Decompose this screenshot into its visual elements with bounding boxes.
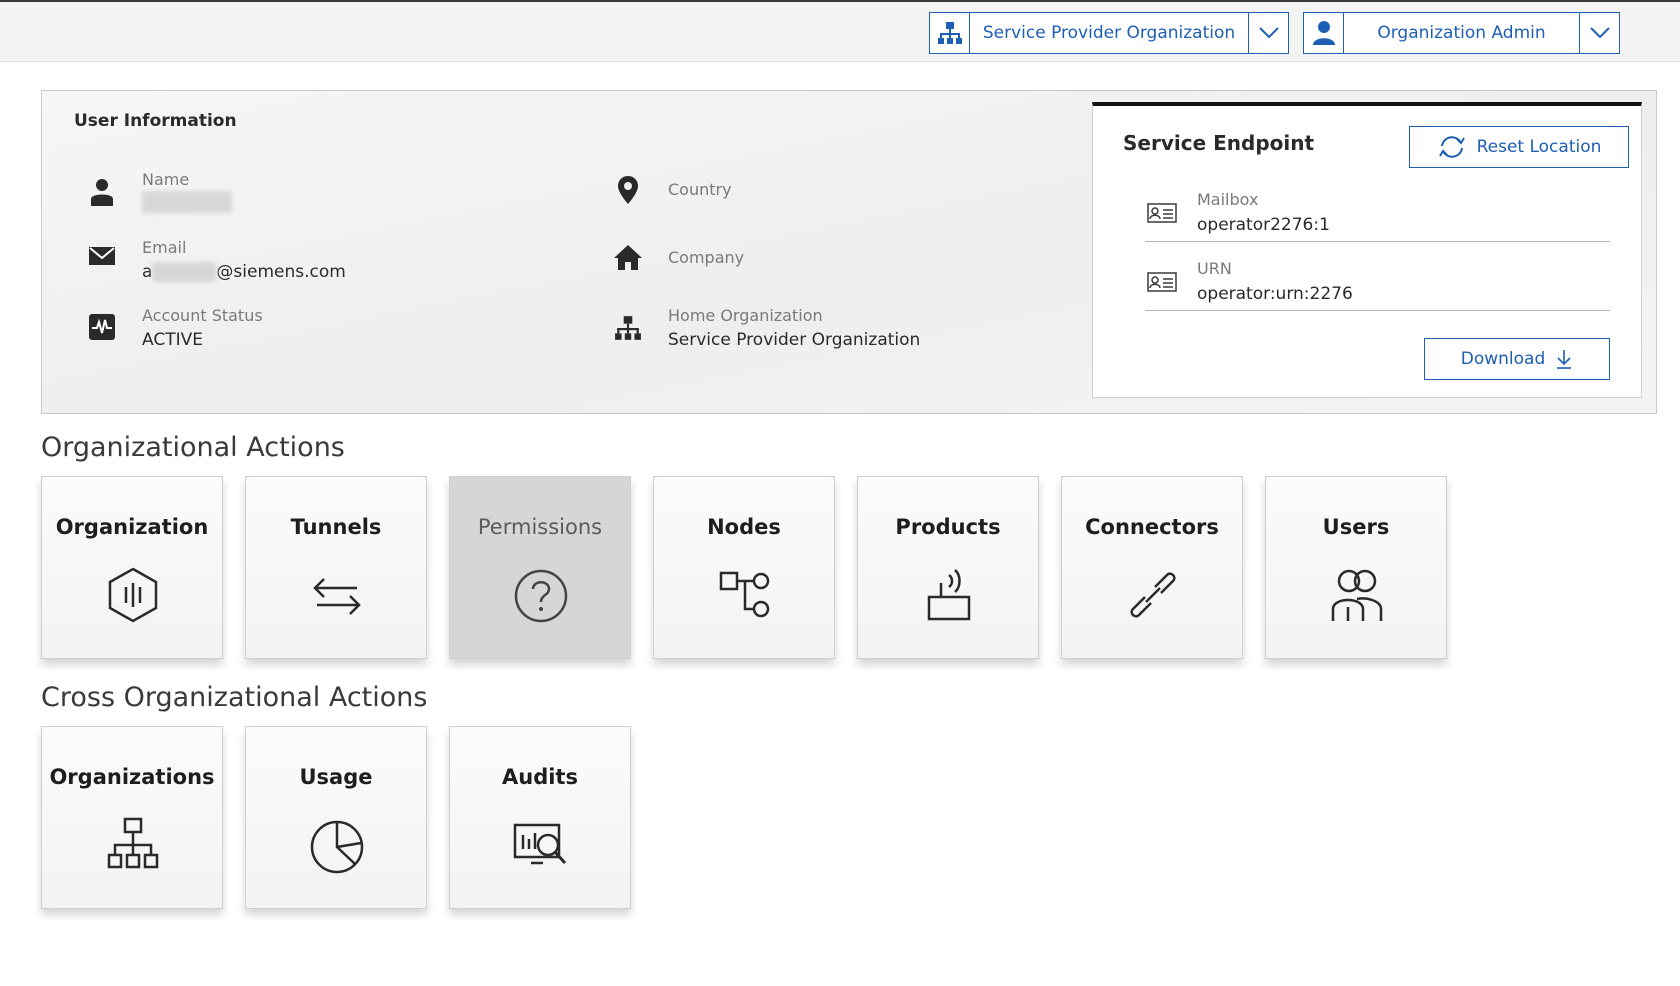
org-hierarchy-icon bbox=[608, 305, 648, 343]
tile-connectors-label: Connectors bbox=[1085, 515, 1219, 539]
urn-label: URN bbox=[1197, 258, 1232, 278]
tile-audits[interactable]: Audits bbox=[449, 726, 631, 909]
role-selector-label: Organization Admin bbox=[1377, 23, 1546, 43]
reset-location-button[interactable]: Reset Location bbox=[1409, 126, 1629, 168]
tile-usage[interactable]: Usage bbox=[245, 726, 427, 909]
urn-row: URN operator:urn:2276 bbox=[1145, 253, 1610, 311]
tile-connectors[interactable]: Connectors bbox=[1061, 476, 1243, 659]
name-label: Name bbox=[142, 170, 190, 189]
tile-nodes[interactable]: Nodes bbox=[653, 476, 835, 659]
user-information-panel: User Information Name Email a @siemens.co… bbox=[41, 90, 1657, 414]
device-antenna-icon bbox=[927, 569, 971, 621]
home-organization-field: Home Organization Service Provider Organ… bbox=[608, 305, 920, 353]
account-status-field: Account Status ACTIVE bbox=[82, 305, 263, 353]
tile-organizations-label: Organizations bbox=[49, 765, 215, 789]
role-selector[interactable]: Organization Admin bbox=[1303, 12, 1620, 54]
email-label: Email bbox=[142, 238, 187, 257]
mailbox-row: Mailbox operator2276:1 bbox=[1145, 184, 1610, 242]
cross-organizational-actions-heading: Cross Organizational Actions bbox=[41, 682, 428, 713]
org-hierarchy-icon bbox=[107, 817, 159, 869]
tile-users[interactable]: Users bbox=[1265, 476, 1447, 659]
mailbox-label: Mailbox bbox=[1197, 189, 1259, 209]
tile-users-label: Users bbox=[1322, 515, 1390, 539]
person-icon bbox=[82, 169, 122, 207]
user-icon bbox=[1304, 13, 1344, 53]
company-field: Company bbox=[608, 243, 744, 271]
service-endpoint-title: Service Endpoint bbox=[1123, 131, 1315, 155]
country-label: Country bbox=[668, 180, 732, 199]
organization-selector[interactable]: Service Provider Organization bbox=[929, 12, 1289, 54]
id-card-icon bbox=[1145, 271, 1179, 293]
tile-audits-label: Audits bbox=[502, 765, 578, 789]
id-card-icon bbox=[1145, 202, 1179, 224]
service-endpoint-card: Service Endpoint Reset Location Mailbox … bbox=[1092, 102, 1642, 398]
company-label: Company bbox=[668, 248, 745, 267]
email-prefix: a bbox=[142, 262, 153, 282]
link-icon bbox=[1130, 572, 1176, 618]
hexagon-icon bbox=[108, 567, 158, 623]
home-organization-value: Service Provider Organization bbox=[668, 330, 921, 350]
email-redacted bbox=[152, 262, 217, 282]
urn-value: operator:urn:2276 bbox=[1197, 283, 1353, 304]
email-field: Email a @siemens.com bbox=[82, 237, 346, 285]
tile-permissions[interactable]: Permissions bbox=[449, 476, 631, 659]
mailbox-value: operator2276:1 bbox=[1197, 214, 1330, 235]
pie-chart-icon bbox=[310, 820, 364, 874]
mail-icon bbox=[82, 237, 122, 267]
top-bar: Service Provider Organization Organizati… bbox=[0, 0, 1680, 62]
location-pin-icon bbox=[608, 175, 648, 205]
email-domain: @siemens.com bbox=[216, 262, 346, 282]
audit-monitor-icon bbox=[513, 823, 567, 865]
tile-tunnels-label: Tunnels bbox=[290, 515, 382, 539]
tile-products-label: Products bbox=[895, 515, 1001, 539]
tile-products[interactable]: Products bbox=[857, 476, 1039, 659]
nodes-icon bbox=[719, 571, 770, 618]
download-button[interactable]: Download bbox=[1424, 338, 1610, 380]
tile-organization[interactable]: Organization bbox=[41, 476, 223, 659]
user-information-title: User Information bbox=[74, 111, 237, 131]
download-label: Download bbox=[1460, 349, 1546, 369]
refresh-icon bbox=[1438, 136, 1465, 158]
organizational-actions-heading: Organizational Actions bbox=[41, 432, 345, 463]
tile-organization-label: Organization bbox=[55, 515, 209, 539]
name-field: Name bbox=[82, 169, 232, 221]
tile-nodes-label: Nodes bbox=[707, 515, 781, 539]
reset-location-label: Reset Location bbox=[1476, 137, 1602, 157]
organization-selector-label: Service Provider Organization bbox=[982, 23, 1236, 43]
tile-organizations[interactable]: Organizations bbox=[41, 726, 223, 909]
chevron-down-icon[interactable] bbox=[1248, 13, 1288, 53]
account-status-value: ACTIVE bbox=[142, 330, 203, 350]
tile-usage-label: Usage bbox=[299, 765, 373, 789]
account-status-label: Account Status bbox=[142, 306, 263, 325]
users-icon bbox=[1331, 569, 1383, 621]
org-hierarchy-icon bbox=[930, 13, 970, 53]
question-icon bbox=[514, 569, 568, 623]
activity-icon bbox=[82, 305, 122, 341]
country-field: Country bbox=[608, 175, 732, 205]
download-icon bbox=[1557, 350, 1572, 369]
home-icon bbox=[608, 243, 648, 271]
tile-permissions-label: Permissions bbox=[477, 515, 603, 539]
home-organization-label: Home Organization bbox=[668, 306, 823, 325]
name-value-redacted bbox=[142, 191, 232, 213]
tile-tunnels[interactable]: Tunnels bbox=[245, 476, 427, 659]
arrows-exchange-icon bbox=[313, 578, 361, 615]
chevron-down-icon[interactable] bbox=[1579, 13, 1619, 53]
